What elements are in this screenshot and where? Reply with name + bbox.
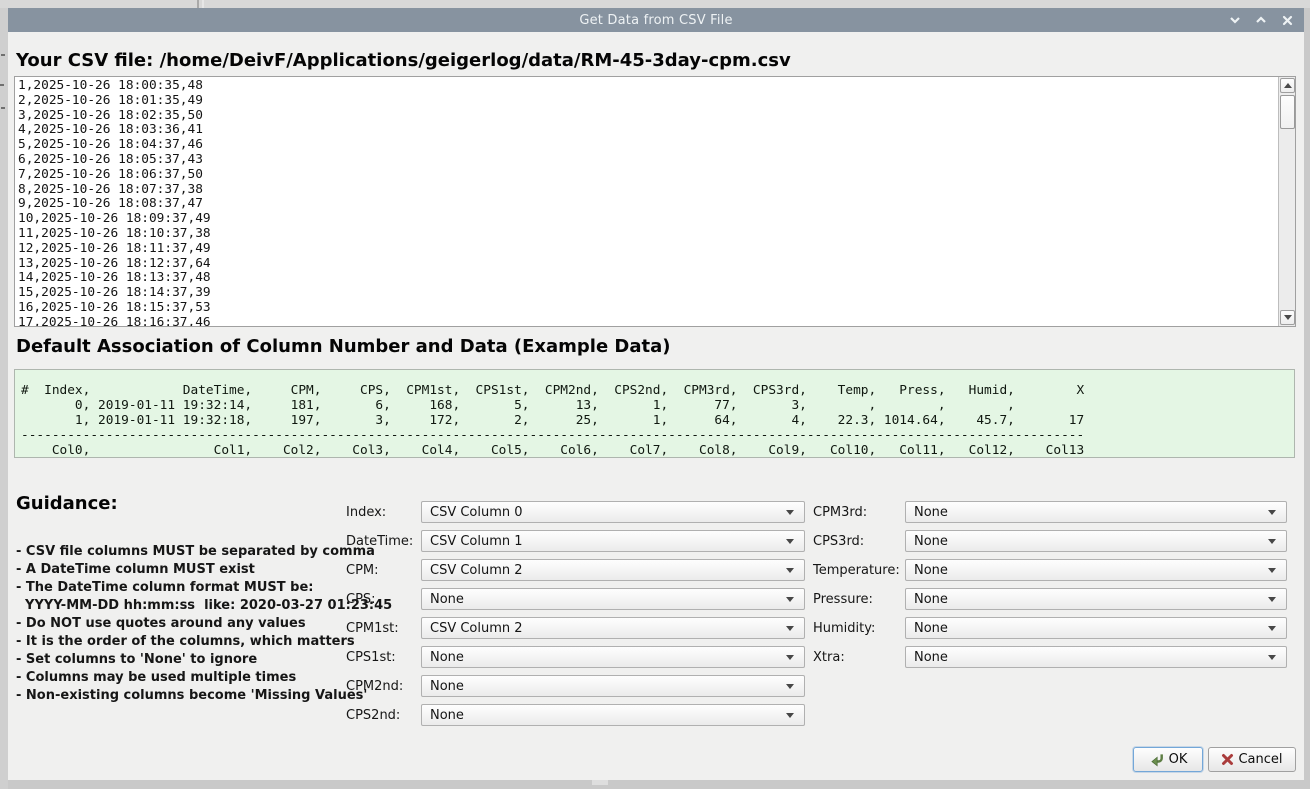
combo-cpm2nd[interactable]: None [421,675,805,697]
combo-value: None [430,650,780,665]
arrow-down-icon [1284,315,1292,320]
chevron-down-icon [786,539,794,544]
csv-import-dialog: Get Data from CSV File Your CSV file: /h… [8,8,1304,780]
desktop-background-right [1304,8,1310,789]
ok-button-label: OK [1169,752,1188,767]
combo-humidity[interactable]: None [905,617,1287,639]
label-cpm3rd: CPM3rd: [813,505,867,520]
label-humidity: Humidity: [813,621,875,636]
file-path-heading: Your CSV file: /home/DeivF/Applications/… [16,50,791,71]
example-data-block: # Index, DateTime, CPM, CPS, CPM1st, CPS… [14,369,1295,458]
combo-cpm1st[interactable]: CSV Column 2 [421,617,805,639]
combo-cps1st[interactable]: None [421,646,805,668]
window-close-button[interactable] [1278,11,1296,29]
combo-value: CSV Column 2 [430,563,780,578]
combo-temperature[interactable]: None [905,559,1287,581]
window-unshade-button[interactable] [1252,11,1270,29]
cancel-x-icon [1221,753,1234,766]
csv-preview-text: 1,2025-10-26 18:00:35,48 2,2025-10-26 18… [18,79,211,327]
desktop-background-left [0,8,8,789]
scrollbar-down-button[interactable] [1280,310,1295,325]
ok-enter-arrow-icon [1149,752,1165,767]
window-title: Get Data from CSV File [579,13,732,28]
combo-cps[interactable]: None [421,588,805,610]
combo-value: None [430,708,780,723]
scrollbar-track[interactable] [1278,77,1295,326]
csv-preview[interactable]: 1,2025-10-26 18:00:35,48 2,2025-10-26 18… [14,76,1296,327]
guidance-heading: Guidance: [16,493,118,514]
combo-cpm[interactable]: CSV Column 2 [421,559,805,581]
chevron-down-icon [1268,539,1276,544]
scrollbar-up-button[interactable] [1280,78,1295,93]
combo-cps3rd[interactable]: None [905,530,1287,552]
combo-cpm3rd[interactable]: None [905,501,1287,523]
label-temperature: Temperature: [813,563,900,578]
scrollbar-thumb[interactable] [1280,95,1295,129]
chevron-down-icon [1268,626,1276,631]
combo-value: None [430,592,780,607]
window-shade-button[interactable] [1226,11,1244,29]
combo-value: None [914,563,1262,578]
desktop-background-bottom [8,780,1310,789]
combo-value: None [430,679,780,694]
combo-value: None [914,505,1262,520]
background-divider [202,0,204,8]
combo-value: CSV Column 0 [430,505,780,520]
combo-datetime[interactable]: CSV Column 1 [421,530,805,552]
chevron-down-icon [1229,16,1241,24]
guidance-list: - CSV file columns MUST be separated by … [16,543,392,705]
chevron-down-icon [786,510,794,515]
chevron-down-icon [786,655,794,660]
label-cps: CPS: [346,592,376,607]
chevron-down-icon [786,597,794,602]
chevron-down-icon [786,626,794,631]
combo-value: None [914,650,1262,665]
label-datetime: DateTime: [346,534,413,549]
chevron-down-icon [786,568,794,573]
combo-pressure[interactable]: None [905,588,1287,610]
combo-value: CSV Column 2 [430,621,780,636]
combo-value: CSV Column 1 [430,534,780,549]
label-index: Index: [346,505,386,520]
titlebar[interactable]: Get Data from CSV File [8,8,1304,32]
label-cpm2nd: CPM2nd: [346,679,403,694]
chevron-down-icon [1268,655,1276,660]
chevron-down-icon [786,713,794,718]
example-data-text: # Index, DateTime, CPM, CPS, CPM1st, CPS… [21,383,1084,458]
desktop-background-top [0,0,1310,8]
chevron-up-icon [1255,16,1267,24]
arrow-up-icon [1284,83,1292,88]
label-cpm1st: CPM1st: [346,621,399,636]
combo-value: None [914,592,1262,607]
cancel-button-label: Cancel [1238,752,1282,767]
combo-cps2nd[interactable]: None [421,704,805,726]
chevron-down-icon [1268,597,1276,602]
background-tick [592,780,608,785]
label-cps1st: CPS1st: [346,650,396,665]
close-icon [1282,15,1293,26]
label-xtra: Xtra: [813,650,845,665]
label-pressure: Pressure: [813,592,873,607]
label-cpm: CPM: [346,563,379,578]
ok-button[interactable]: OK [1133,747,1203,772]
association-heading: Default Association of Column Number and… [16,336,671,357]
combo-value: None [914,621,1262,636]
label-cps2nd: CPS2nd: [346,708,400,723]
background-divider [197,0,199,8]
chevron-down-icon [1268,568,1276,573]
cancel-button[interactable]: Cancel [1208,747,1296,772]
chevron-down-icon [1268,510,1276,515]
label-cps3rd: CPS3rd: [813,534,864,549]
chevron-down-icon [786,684,794,689]
combo-index[interactable]: CSV Column 0 [421,501,805,523]
combo-xtra[interactable]: None [905,646,1287,668]
window-controls [1226,8,1296,32]
combo-value: None [914,534,1262,549]
